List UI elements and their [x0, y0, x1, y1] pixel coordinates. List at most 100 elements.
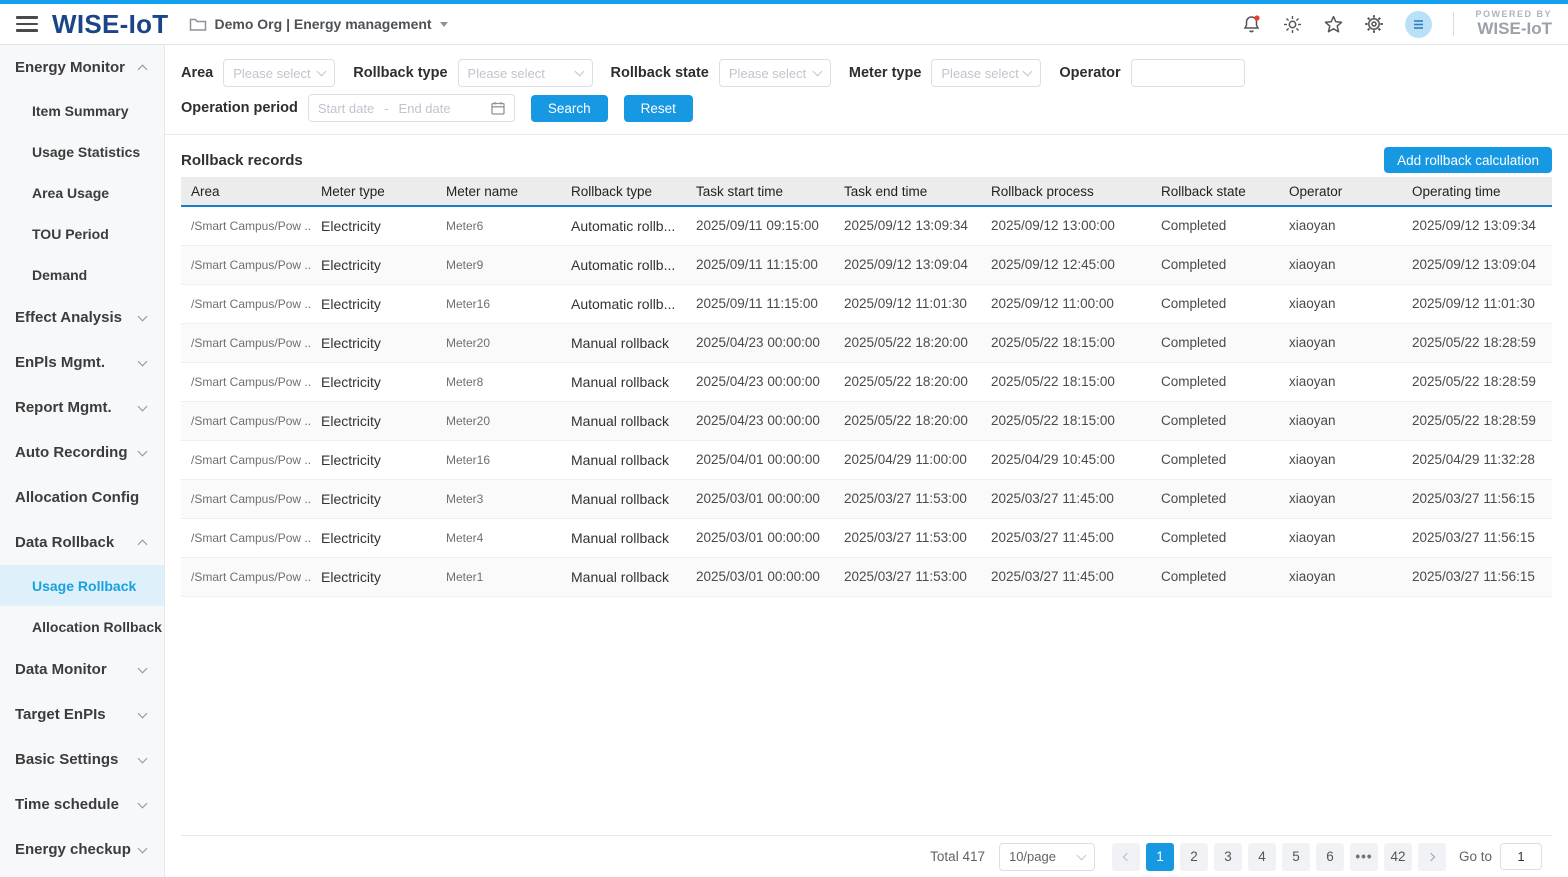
sidebar-item-item-summary[interactable]: Item Summary: [0, 90, 164, 131]
column-header-task-end-time: Task end time: [834, 177, 981, 206]
sidebar-item-demand[interactable]: Demand: [0, 254, 164, 295]
sidebar-item-energy-checkup[interactable]: Energy checkup: [0, 827, 164, 872]
org-switcher[interactable]: Demo Org | Energy management: [189, 16, 448, 32]
sidebar-item-label: Auto Recording: [15, 444, 128, 461]
cell-meter-name: Meter20: [436, 323, 561, 362]
user-avatar[interactable]: [1405, 11, 1432, 38]
sidebar-item-tou-period[interactable]: TOU Period: [0, 213, 164, 254]
cell-rollback-type: Automatic rollb...: [561, 284, 686, 323]
cell-meter-type: Electricity: [311, 401, 436, 440]
goto-label: Go to: [1459, 849, 1492, 864]
page-button-3[interactable]: 3: [1214, 843, 1242, 871]
sidebar-item-area-usage[interactable]: Area Usage: [0, 172, 164, 213]
page-button-2[interactable]: 2: [1180, 843, 1208, 871]
sidebar-item-effect-analysis[interactable]: Effect Analysis: [0, 295, 164, 340]
chevron-down-icon: [812, 67, 822, 77]
operation-period-picker[interactable]: Start date - End date: [308, 94, 515, 122]
sidebar-item-auto-recording[interactable]: Auto Recording: [0, 430, 164, 475]
sidebar-item-label: Demand: [32, 267, 87, 283]
filter-panel: Area Please select Rollback type Please …: [165, 45, 1568, 135]
table-row[interactable]: /Smart Campus/Pow ...ElectricityMeter16A…: [181, 284, 1552, 323]
add-rollback-calculation-button[interactable]: Add rollback calculation: [1384, 147, 1552, 173]
table-row[interactable]: /Smart Campus/Pow ...ElectricityMeter20M…: [181, 323, 1552, 362]
cell-task-end-time: 2025/09/12 13:09:04: [834, 245, 981, 284]
column-header-area: Area: [181, 177, 311, 206]
cell-rollback-type: Manual rollback: [561, 362, 686, 401]
table-row[interactable]: /Smart Campus/Pow ...ElectricityMeter20M…: [181, 401, 1552, 440]
page-button-5[interactable]: 5: [1282, 843, 1310, 871]
sidebar: Energy MonitorItem SummaryUsage Statisti…: [0, 45, 165, 877]
table-row[interactable]: /Smart Campus/Pow ...ElectricityMeter16M…: [181, 440, 1552, 479]
settings-gear-icon[interactable]: [1364, 14, 1384, 34]
page-button-4[interactable]: 4: [1248, 843, 1276, 871]
sidebar-item-usage-statistics[interactable]: Usage Statistics: [0, 131, 164, 172]
cell-task-end-time: 2025/05/22 18:20:00: [834, 362, 981, 401]
table-row[interactable]: /Smart Campus/Pow ...ElectricityMeter8Ma…: [181, 362, 1552, 401]
cell-meter-name: Meter8: [436, 362, 561, 401]
sidebar-item-label: Basic Settings: [15, 751, 118, 768]
sidebar-item-label: TOU Period: [32, 226, 109, 242]
table-row[interactable]: /Smart Campus/Pow ...ElectricityMeter4Ma…: [181, 518, 1552, 557]
rollback-type-select[interactable]: Please select: [458, 59, 593, 87]
cell-operating-time: 2025/05/22 18:28:59: [1402, 323, 1552, 362]
table-row[interactable]: /Smart Campus/Pow ...ElectricityMeter9Au…: [181, 245, 1552, 284]
cell-meter-type: Electricity: [311, 557, 436, 596]
next-page-button[interactable]: [1418, 843, 1446, 871]
cell-task-start-time: 2025/09/11 11:15:00: [686, 245, 834, 284]
table-row[interactable]: /Smart Campus/Pow ...ElectricityMeter3Ma…: [181, 479, 1552, 518]
cell-task-end-time: 2025/05/22 18:20:00: [834, 401, 981, 440]
cell-task-end-time: 2025/04/29 11:00:00: [834, 440, 981, 479]
area-select[interactable]: Please select: [223, 59, 335, 87]
sidebar-item-target-enpis[interactable]: Target EnPIs: [0, 692, 164, 737]
page-button-6[interactable]: 6: [1316, 843, 1344, 871]
cell-operator: xiaoyan: [1279, 479, 1402, 518]
chevron-down-icon: [138, 446, 148, 456]
org-caret-icon: [440, 22, 448, 27]
search-button[interactable]: Search: [531, 95, 608, 122]
rollback-state-select[interactable]: Please select: [719, 59, 831, 87]
chevron-down-icon: [138, 401, 148, 411]
cell-task-end-time: 2025/09/12 13:09:34: [834, 206, 981, 245]
sidebar-item-data-rollback[interactable]: Data Rollback: [0, 520, 164, 565]
page-button-42[interactable]: 42: [1384, 843, 1412, 871]
favorites-star-icon[interactable]: [1323, 14, 1343, 34]
sidebar-item-usage-rollback[interactable]: Usage Rollback: [0, 565, 164, 606]
chevron-down-icon: [1077, 850, 1087, 860]
cell-task-start-time: 2025/04/23 00:00:00: [686, 401, 834, 440]
sidebar-item-allocation-rollback[interactable]: Allocation Rollback: [0, 606, 164, 647]
sidebar-item-energy-monitor[interactable]: Energy Monitor: [0, 45, 164, 90]
hamburger-menu-icon[interactable]: [16, 16, 38, 32]
sidebar-item-label: Area Usage: [32, 185, 109, 201]
sidebar-item-basic-settings[interactable]: Basic Settings: [0, 737, 164, 782]
cell-task-start-time: 2025/04/23 00:00:00: [686, 362, 834, 401]
notification-bell-icon[interactable]: [1241, 14, 1261, 34]
page-size-select[interactable]: 10/page: [999, 843, 1095, 871]
theme-sun-icon[interactable]: [1282, 14, 1302, 34]
sidebar-item-enpls-mgmt[interactable]: EnPls Mgmt.: [0, 340, 164, 385]
table-row[interactable]: /Smart Campus/Pow ...ElectricityMeter1Ma…: [181, 557, 1552, 596]
reset-button[interactable]: Reset: [624, 95, 693, 122]
cell-meter-type: Electricity: [311, 245, 436, 284]
goto-page-input[interactable]: [1500, 843, 1542, 870]
cell-rollback-type: Automatic rollb...: [561, 206, 686, 245]
cell-area: /Smart Campus/Pow ...: [181, 557, 311, 596]
column-header-meter-name: Meter name: [436, 177, 561, 206]
cell-area: /Smart Campus/Pow ...: [181, 284, 311, 323]
cell-task-end-time: 2025/03/27 11:53:00: [834, 518, 981, 557]
prev-page-button[interactable]: [1112, 843, 1140, 871]
more-pages-button[interactable]: •••: [1350, 843, 1378, 871]
page-button-1[interactable]: 1: [1146, 843, 1174, 871]
cell-meter-type: Electricity: [311, 479, 436, 518]
cell-rollback-process: 2025/09/12 13:00:00: [981, 206, 1151, 245]
meter-type-select[interactable]: Please select: [931, 59, 1041, 87]
sidebar-item-report-mgmt[interactable]: Report Mgmt.: [0, 385, 164, 430]
table-row[interactable]: /Smart Campus/Pow ...ElectricityMeter6Au…: [181, 206, 1552, 245]
operator-input[interactable]: [1131, 59, 1245, 87]
sidebar-item-time-schedule[interactable]: Time schedule: [0, 782, 164, 827]
operation-period-label: Operation period: [181, 100, 298, 116]
sidebar-item-data-monitor[interactable]: Data Monitor: [0, 647, 164, 692]
powered-by: POWERED BY WISE-IoT: [1475, 10, 1552, 37]
cell-meter-name: Meter9: [436, 245, 561, 284]
sidebar-item-allocation-config[interactable]: Allocation Config: [0, 475, 164, 520]
column-header-rollback-type: Rollback type: [561, 177, 686, 206]
